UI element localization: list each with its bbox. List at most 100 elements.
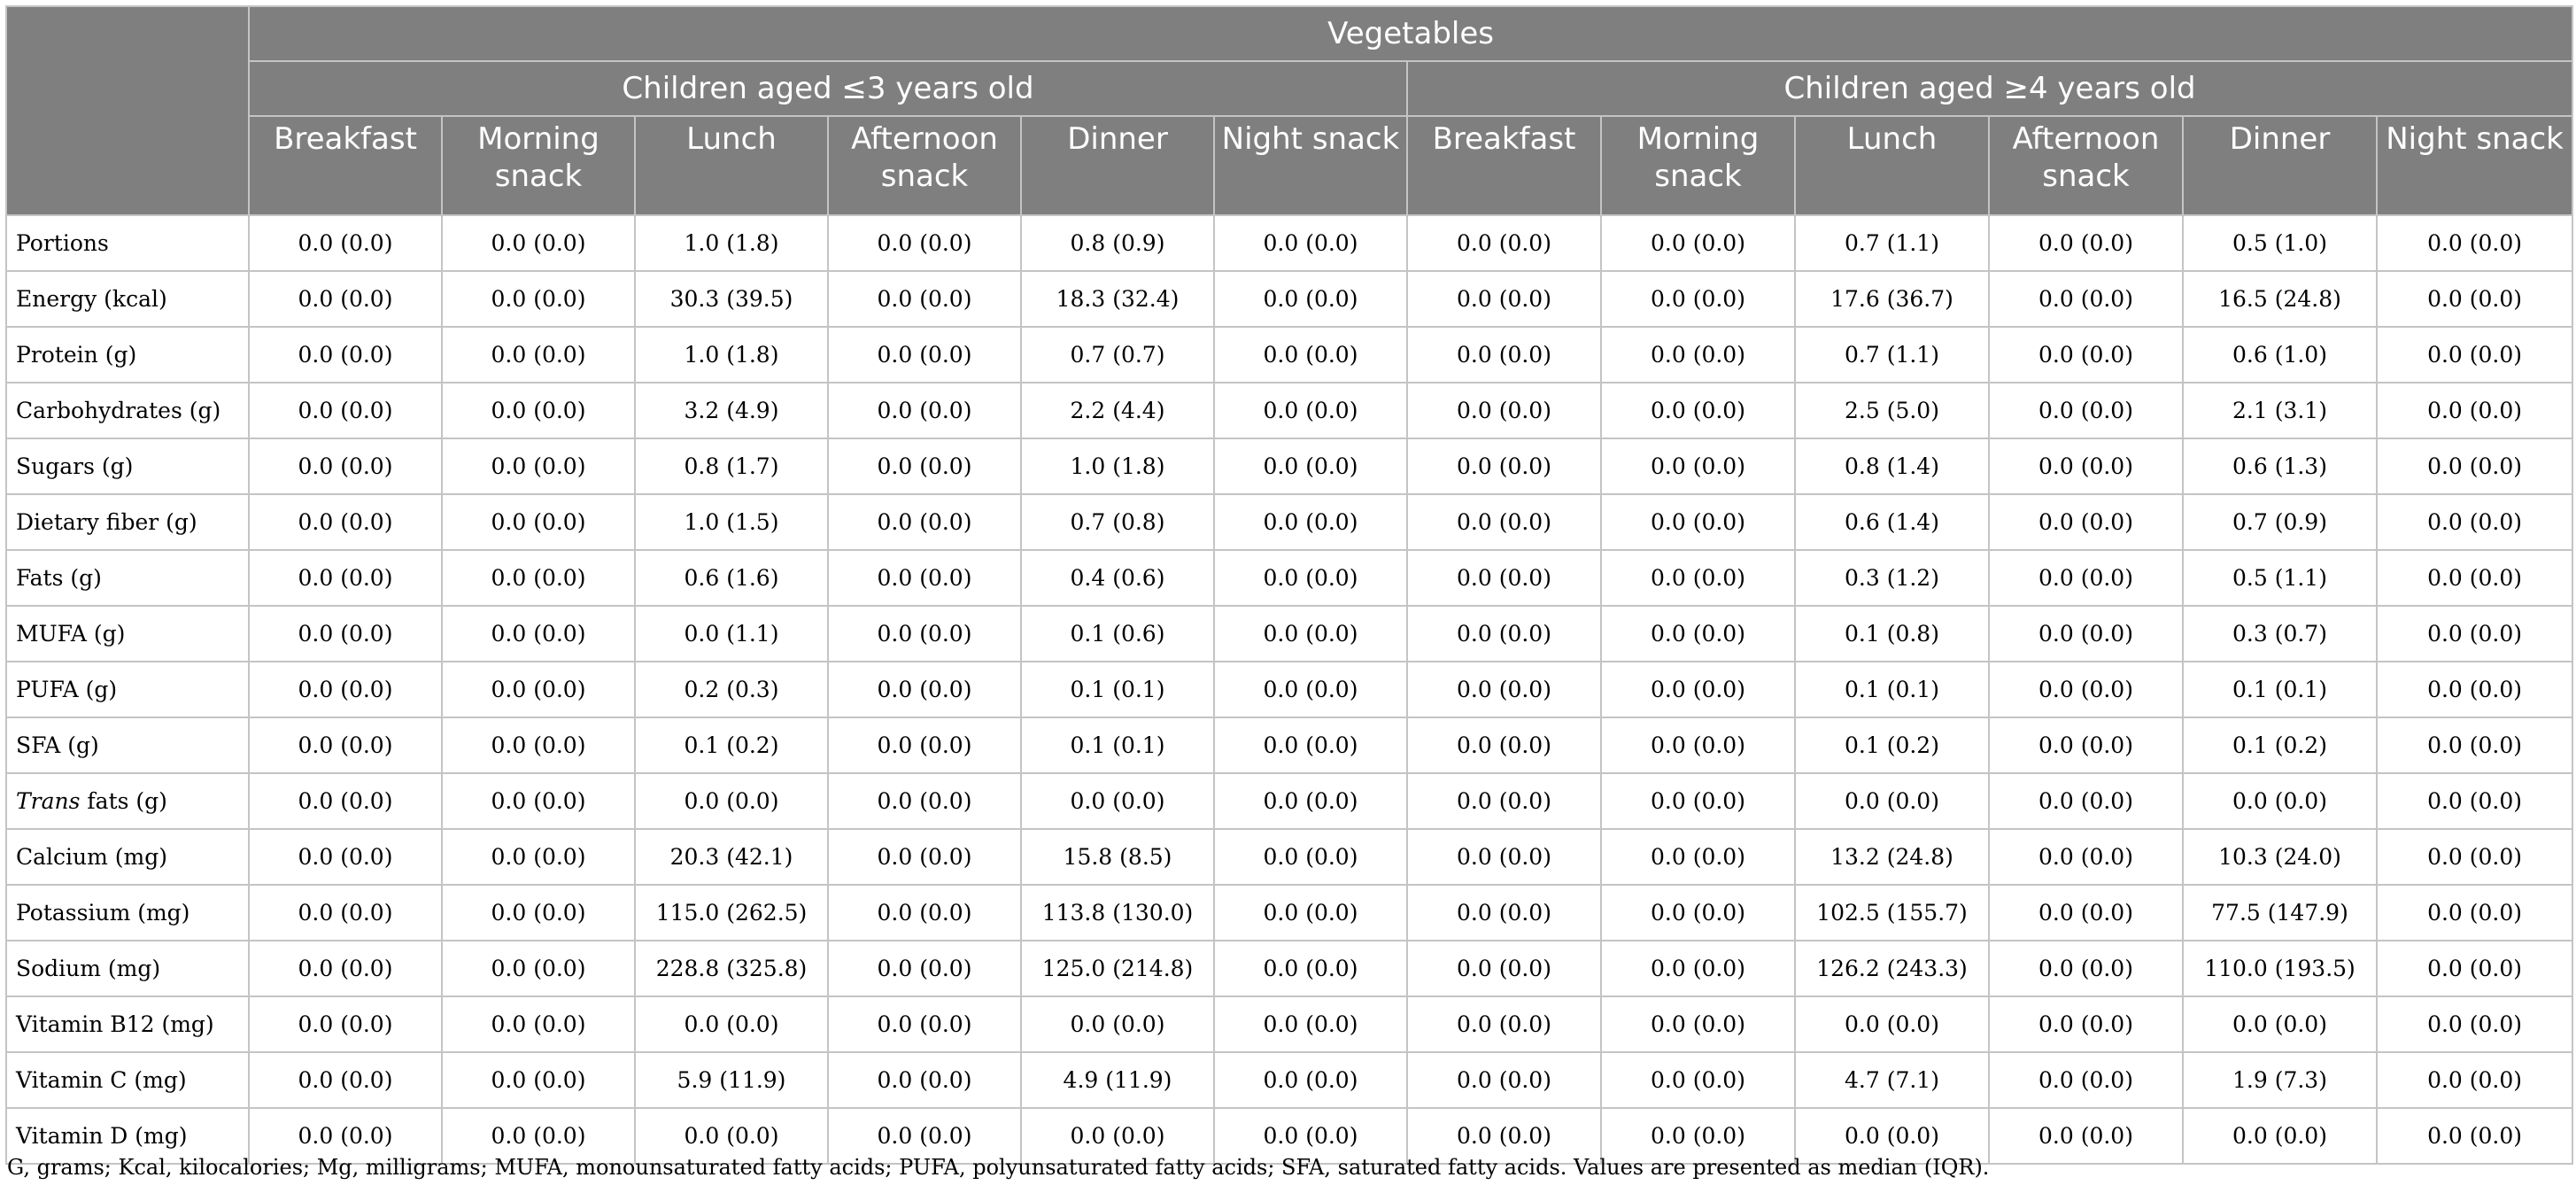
table-cell: 0.0 (0.0) (1213, 884, 1408, 941)
table-cell: 0.0 (0.0) (441, 661, 636, 718)
table-cell: 0.0 (0.0) (2182, 772, 2378, 830)
table-cell: 0.0 (0.0) (1988, 995, 2184, 1053)
table-cell: 1.0 (1.5) (634, 493, 829, 551)
table-cell: 0.0 (0.0) (1213, 828, 1408, 886)
table-cell: 0.0 (0.0) (1988, 661, 2184, 718)
table-cell: 0.0 (0.0) (1988, 772, 2184, 830)
table-cell: 0.0 (0.0) (1600, 995, 1796, 1053)
table-cell: 1.0 (1.8) (1020, 438, 1215, 495)
table-row: Energy (kcal) 0.0 (0.0) 0.0 (0.0) 30.3 (39.… (5, 270, 2574, 328)
meal-header: Lunch (1794, 115, 1990, 216)
table-cell: 0.0 (0.0) (1600, 605, 1796, 662)
table-cell: 0.5 (1.1) (2182, 549, 2378, 607)
table-cell: 0.0 (0.0) (1213, 493, 1408, 551)
table-cell: 5.9 (11.9) (634, 1051, 829, 1109)
table-cell: 0.0 (0.0) (634, 995, 829, 1053)
table-cell: 0.0 (0.0) (1988, 493, 2184, 551)
table-cell: 2.2 (4.4) (1020, 382, 1215, 439)
table-cell: 0.0 (0.0) (1213, 438, 1408, 495)
table-cell: 0.0 (0.0) (2375, 438, 2574, 495)
table-cell: 0.0 (0.0) (1600, 549, 1796, 607)
table-cell: 0.0 (0.0) (1213, 270, 1408, 328)
table-cell: 1.0 (1.8) (634, 326, 829, 383)
row-label: MUFA (g) (5, 605, 250, 662)
table-cell: 0.0 (0.0) (827, 828, 1022, 886)
header-row-group: Vegetables (5, 5, 2574, 216)
table-cell: 0.0 (0.0) (441, 270, 636, 328)
table-cell: 0.0 (0.0) (827, 326, 1022, 383)
table-cell: 0.0 (0.0) (2375, 717, 2574, 774)
table-cell: 0.6 (1.3) (2182, 438, 2378, 495)
table-cell: 0.0 (0.0) (1406, 549, 1602, 607)
meal-header: Breakfast (1406, 115, 1602, 216)
age-group-header: Children aged ≤3 years old (248, 60, 1408, 117)
table-cell: 0.0 (0.0) (1213, 326, 1408, 383)
table-cell: 0.0 (0.0) (248, 326, 443, 383)
table-cell: 0.0 (0.0) (1020, 772, 1215, 830)
table-cell: 0.0 (0.0) (248, 214, 443, 272)
table-cell: 15.8 (8.5) (1020, 828, 1215, 886)
table-cell: 0.2 (0.3) (634, 661, 829, 718)
table-row: Carbohydrates (g) 0.0 (0.0) 0.0 (0.0) 3.2 (… (5, 382, 2574, 439)
group-header: Vegetables (247, 5, 2574, 62)
table-cell: 0.0 (0.0) (1406, 772, 1602, 830)
table-cell: 0.0 (0.0) (1600, 270, 1796, 328)
table-cell: 0.0 (0.0) (2182, 995, 2378, 1053)
table-row: Vitamin C (mg) 0.0 (0.0) 0.0 (0.0) 5.9 (11.… (5, 1051, 2574, 1109)
table-cell: 10.3 (24.0) (2182, 828, 2378, 886)
table-cell: 0.0 (0.0) (1406, 995, 1602, 1053)
table-cell: 4.9 (11.9) (1020, 1051, 1215, 1109)
meal-header: Dinner (1020, 115, 1215, 216)
table-cell: 0.0 (0.0) (1406, 717, 1602, 774)
table-cell: 0.0 (0.0) (248, 549, 443, 607)
row-label: Energy (kcal) (5, 270, 250, 328)
table-cell: 0.8 (1.7) (634, 438, 829, 495)
table-cell: 0.0 (0.0) (2375, 270, 2574, 328)
table-cell: 0.0 (0.0) (827, 1051, 1022, 1109)
table-footnote: G, grams; Kcal, kilocalories; Mg, millig… (7, 1155, 1990, 1180)
table-row: Sugars (g) 0.0 (0.0) 0.0 (0.0) 0.8 (1.7) 0.0… (5, 438, 2574, 495)
table-cell: 0.0 (0.0) (1213, 382, 1408, 439)
table-cell: 0.0 (0.0) (441, 605, 636, 662)
table-cell: 0.0 (0.0) (248, 940, 443, 997)
table-cell: 0.0 (0.0) (1988, 828, 2184, 886)
table-cell: 0.0 (0.0) (827, 214, 1022, 272)
row-label: Potassium (mg) (5, 884, 250, 941)
table-cell: 0.0 (0.0) (441, 717, 636, 774)
table-cell: 0.0 (0.0) (1600, 438, 1796, 495)
table-cell: 0.0 (0.0) (1600, 772, 1796, 830)
table-cell: 0.0 (0.0) (248, 493, 443, 551)
table-cell: 0.0 (0.0) (2375, 493, 2574, 551)
table-cell: 0.7 (1.1) (1794, 326, 1990, 383)
table-cell: 0.0 (0.0) (1406, 382, 1602, 439)
table-cell: 0.0 (0.0) (2375, 884, 2574, 941)
row-label-italic: Trans (16, 788, 81, 814)
row-label-rest: fats (g) (80, 788, 167, 814)
table-cell: 0.0 (0.0) (1213, 661, 1408, 718)
table-cell: 0.0 (0.0) (1213, 995, 1408, 1053)
table-cell: 0.0 (0.0) (1988, 214, 2184, 272)
table-cell: 0.0 (0.0) (1600, 884, 1796, 941)
table-cell: 0.0 (0.0) (827, 995, 1022, 1053)
table-cell: 0.0 (0.0) (441, 828, 636, 886)
table-cell: 0.0 (0.0) (1213, 605, 1408, 662)
table-cell: 0.0 (0.0) (1794, 772, 1990, 830)
table-cell: 0.0 (0.0) (1988, 940, 2184, 997)
table-row: Fats (g) 0.0 (0.0) 0.0 (0.0) 0.6 (1.6) 0.0 (… (5, 549, 2574, 607)
table-cell: 126.2 (243.3) (1794, 940, 1990, 997)
table-cell: 0.4 (0.6) (1020, 549, 1215, 607)
table-cell: 0.0 (0.0) (634, 772, 829, 830)
table-row: Protein (g) 0.0 (0.0) 0.0 (0.0) 1.0 (1.8) 0.… (5, 326, 2574, 383)
table-cell: 1.9 (7.3) (2182, 1051, 2378, 1109)
table-cell: 0.0 (0.0) (248, 828, 443, 886)
table-cell: 0.0 (0.0) (1406, 1051, 1602, 1109)
table-cell: 0.3 (1.2) (1794, 549, 1990, 607)
table-cell: 0.3 (0.7) (2182, 605, 2378, 662)
table-cell: 0.0 (0.0) (441, 382, 636, 439)
table-cell: 0.1 (0.8) (1794, 605, 1990, 662)
table-row: PUFA (g) 0.0 (0.0) 0.0 (0.0) 0.2 (0.3) 0.0 (… (5, 661, 2574, 718)
table-cell: 0.8 (0.9) (1020, 214, 1215, 272)
table-cell: 0.0 (0.0) (827, 493, 1022, 551)
table-cell: 0.6 (1.0) (2182, 326, 2378, 383)
table-cell: 0.0 (0.0) (1988, 270, 2184, 328)
